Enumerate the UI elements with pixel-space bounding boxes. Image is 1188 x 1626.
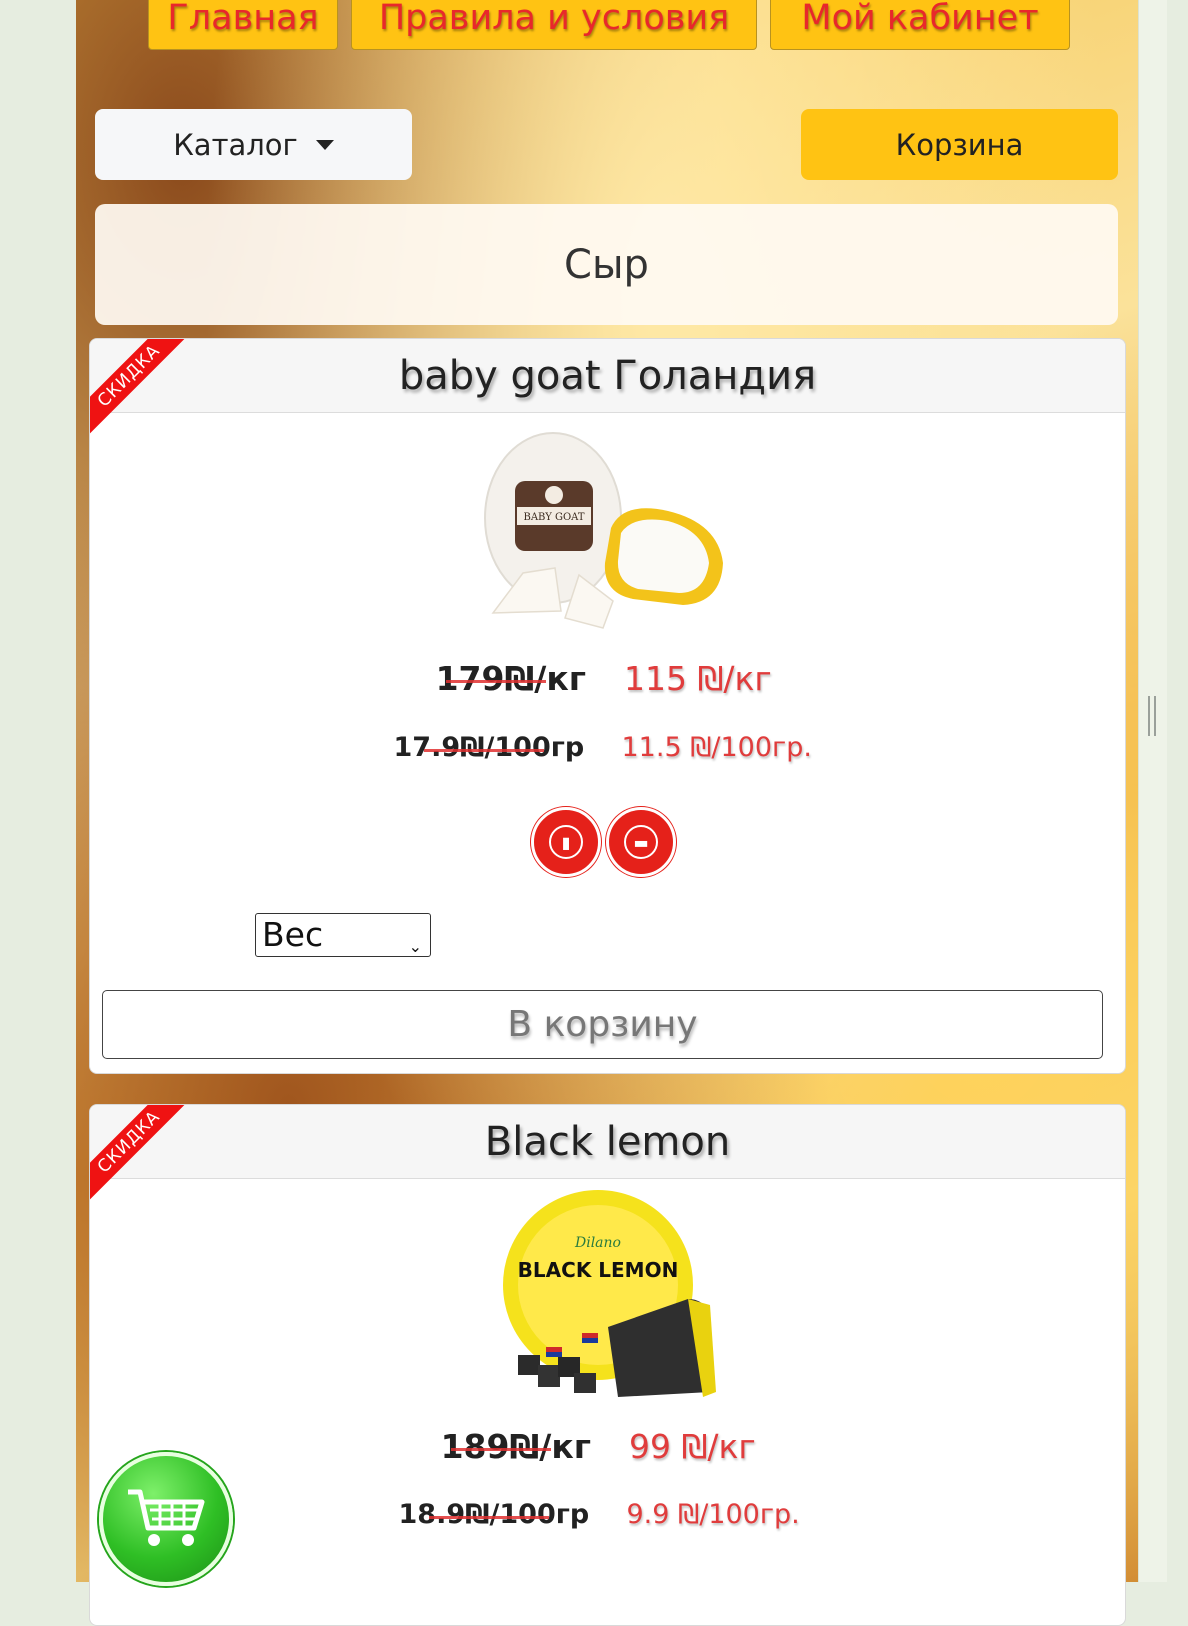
- product-title-header: Black lemon: [90, 1105, 1125, 1179]
- new-price-kg: 115 ₪/кг: [624, 659, 772, 698]
- old-price-100g: 18.9₪/100гр: [398, 1499, 590, 1530]
- cart-button[interactable]: Корзина: [801, 109, 1118, 180]
- catalog-label: Каталог: [173, 127, 298, 162]
- product-card: Black lemon СКИДКА Dilano BLACK LEMON 18…: [89, 1104, 1126, 1626]
- category-title-box: Сыр: [95, 204, 1118, 325]
- butter-icon: ▬: [624, 825, 658, 859]
- new-price-kg: 99 ₪/кг: [629, 1427, 756, 1466]
- new-price-100g: 11.5 ₪/100гр.: [621, 732, 812, 763]
- nav-account-button[interactable]: Мой кабинет: [770, 0, 1070, 50]
- product-title: Black lemon: [484, 1118, 731, 1165]
- product-title-header: baby goat Голандия: [90, 339, 1125, 413]
- scrollbar-handle[interactable]: [1148, 696, 1156, 736]
- old-price-100g: 17.9₪/100гр: [393, 732, 585, 763]
- scrollbar-track[interactable]: [1138, 0, 1167, 1582]
- image-label: BABY GOAT: [523, 512, 584, 523]
- add-to-cart-label: В корзину: [507, 1004, 698, 1045]
- image-brand-label: Dilano: [574, 1235, 621, 1251]
- chevron-down-icon: ⌄: [408, 937, 422, 956]
- product-title: baby goat Голандия: [398, 352, 817, 399]
- shopping-cart-icon: [128, 1489, 205, 1546]
- caret-down-icon: [315, 139, 334, 150]
- image-label: BLACK LEMON: [517, 1258, 678, 1282]
- weight-select[interactable]: Вес ⌄: [255, 913, 431, 957]
- product-image[interactable]: Dilano BLACK LEMON: [498, 1187, 718, 1407]
- price-per-100g-row: 18.9₪/100гр 9.9 ₪/100гр.: [90, 1499, 1125, 1530]
- product-image[interactable]: BABY GOAT: [483, 423, 733, 638]
- old-price-kg: 189₪/кг: [421, 1427, 591, 1466]
- nav-terms-button[interactable]: Правила и условия: [351, 0, 757, 50]
- nav-home-button[interactable]: Главная: [148, 0, 338, 50]
- category-title: Сыр: [564, 241, 649, 288]
- cart-label: Корзина: [895, 127, 1024, 162]
- sodium-warning-icon: ▮: [531, 807, 601, 877]
- weight-select-value: Вес: [262, 915, 324, 954]
- price-per-100g-row: 17.9₪/100гр 11.5 ₪/100гр.: [90, 732, 1125, 763]
- catalog-dropdown-button[interactable]: Каталог: [95, 109, 412, 180]
- price-per-kg-row: 189₪/кг 99 ₪/кг: [90, 1427, 1125, 1466]
- salt-shaker-icon: ▮: [549, 825, 583, 859]
- old-price-kg: 179₪/кг: [416, 659, 586, 698]
- saturated-fat-warning-icon: ▬: [606, 807, 676, 877]
- new-price-100g: 9.9 ₪/100гр.: [626, 1499, 800, 1530]
- floating-cart-button[interactable]: [99, 1452, 233, 1586]
- product-card: baby goat Голандия СКИДКА BABY GOAT 179₪…: [89, 338, 1126, 1074]
- price-per-kg-row: 179₪/кг 115 ₪/кг: [90, 659, 1125, 698]
- add-to-cart-button[interactable]: В корзину: [102, 990, 1103, 1059]
